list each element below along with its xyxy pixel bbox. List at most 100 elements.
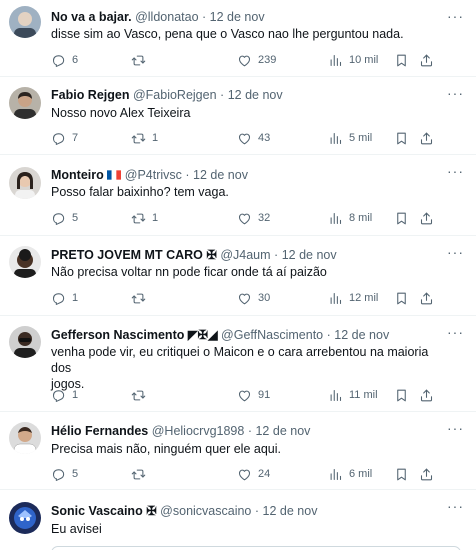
tweet-text: Posso falar baixinho? tem vaga. xyxy=(51,185,229,199)
reply-button[interactable]: 1 xyxy=(51,386,78,404)
timestamp[interactable]: 12 de nov xyxy=(263,504,318,518)
timestamp[interactable]: 12 de nov xyxy=(282,248,337,262)
handle[interactable]: @sonicvascaino xyxy=(160,504,251,518)
separator: · xyxy=(185,168,190,182)
tweet[interactable]: PRETO JOVEM MT CARO ✠ @J4aum · 12 de nov… xyxy=(0,236,476,316)
like-button[interactable]: 239 xyxy=(237,51,276,69)
display-name[interactable]: Gefferson Nascimento xyxy=(51,328,184,342)
bookmark-icon xyxy=(394,467,409,482)
timestamp[interactable]: 12 de nov xyxy=(255,424,310,438)
tweet[interactable]: Hélio Fernandes @Heliocrvg1898 · 12 de n… xyxy=(0,412,476,490)
tweet[interactable]: Sonic Vascaino ✠ @sonicvascaino · 12 de … xyxy=(0,490,476,550)
reply-button[interactable]: 5 xyxy=(51,209,78,227)
avatar[interactable] xyxy=(9,246,41,278)
reply-count: 1 xyxy=(72,389,79,401)
tweet-header: Hélio Fernandes @Heliocrvg1898 · 12 de n… xyxy=(51,423,310,439)
tweet[interactable]: No va a bajar. @lldonatao · 12 de nov ··… xyxy=(0,0,476,77)
cross-emoji: ◤✠◢ xyxy=(187,328,218,342)
bookmark-button[interactable] xyxy=(394,51,409,69)
more-icon[interactable]: ··· xyxy=(447,420,464,436)
share-button[interactable] xyxy=(419,129,434,147)
display-name[interactable]: Hélio Fernandes xyxy=(51,424,148,438)
reply-icon xyxy=(51,53,66,68)
timestamp[interactable]: 12 de nov xyxy=(193,168,248,182)
avatar[interactable] xyxy=(9,422,41,454)
retweet-button[interactable] xyxy=(131,289,152,307)
views-button[interactable]: 12 mil xyxy=(328,289,378,307)
display-name[interactable]: PRETO JOVEM MT CARO xyxy=(51,248,203,262)
quoted-content-preview[interactable] xyxy=(51,546,461,550)
like-count: 24 xyxy=(258,468,271,480)
share-button[interactable] xyxy=(419,209,434,227)
like-button[interactable]: 30 xyxy=(237,289,270,307)
like-button[interactable]: 91 xyxy=(237,386,270,404)
display-name[interactable]: Monteiro xyxy=(51,168,104,182)
views-button[interactable]: 10 mil xyxy=(328,51,378,69)
tweet-actions: 7 1 43 5 mil xyxy=(51,129,461,147)
like-button[interactable]: 32 xyxy=(237,209,270,227)
more-icon[interactable]: ··· xyxy=(447,498,464,514)
more-icon[interactable]: ··· xyxy=(447,163,464,179)
handle[interactable]: @lldonatao xyxy=(135,10,198,24)
retweet-button[interactable]: 1 xyxy=(131,209,158,227)
reply-button[interactable]: 6 xyxy=(51,51,78,69)
avatar[interactable] xyxy=(9,87,41,119)
like-count: 43 xyxy=(258,132,271,144)
display-name[interactable]: Sonic Vascaino xyxy=(51,504,143,518)
bookmark-button[interactable] xyxy=(394,129,409,147)
views-button[interactable]: 5 mil xyxy=(328,129,372,147)
retweet-icon xyxy=(131,131,146,146)
timestamp[interactable]: 12 de nov xyxy=(210,10,265,24)
retweet-button[interactable] xyxy=(131,465,152,483)
share-button[interactable] xyxy=(419,289,434,307)
more-icon[interactable]: ··· xyxy=(447,85,464,101)
views-button[interactable]: 6 mil xyxy=(328,465,372,483)
more-icon[interactable]: ··· xyxy=(447,244,464,260)
separator: · xyxy=(274,248,279,262)
share-button[interactable] xyxy=(419,51,434,69)
display-name[interactable]: No va a bajar. xyxy=(51,10,132,24)
tweet[interactable]: Monteiro @P4trivsc · 12 de nov ··· Posso… xyxy=(0,155,476,236)
bookmark-button[interactable] xyxy=(394,289,409,307)
tweet[interactable]: Gefferson Nascimento ◤✠◢ @GeffNascimento… xyxy=(0,316,476,412)
timestamp[interactable]: 12 de nov xyxy=(228,88,283,102)
like-button[interactable]: 43 xyxy=(237,129,270,147)
views-count: 10 mil xyxy=(349,54,379,66)
bookmark-icon xyxy=(394,211,409,226)
retweet-icon xyxy=(131,467,146,482)
views-icon xyxy=(328,131,343,146)
handle[interactable]: @FabioRejgen xyxy=(133,88,217,102)
avatar[interactable] xyxy=(9,502,41,534)
tweet[interactable]: Fabio Rejgen @FabioRejgen · 12 de nov ··… xyxy=(0,77,476,155)
display-name[interactable]: Fabio Rejgen xyxy=(51,88,129,102)
avatar[interactable] xyxy=(9,326,41,358)
reply-button[interactable]: 5 xyxy=(51,465,78,483)
tweet-header: Fabio Rejgen @FabioRejgen · 12 de nov xyxy=(51,87,283,103)
reply-icon xyxy=(51,131,66,146)
retweet-button[interactable]: 1 xyxy=(131,129,158,147)
like-button[interactable]: 24 xyxy=(237,465,270,483)
views-button[interactable]: 11 mil xyxy=(328,386,378,404)
share-button[interactable] xyxy=(419,386,434,404)
heart-icon xyxy=(237,467,252,482)
timestamp[interactable]: 12 de nov xyxy=(334,328,389,342)
avatar[interactable] xyxy=(9,167,41,199)
tweet-text: venha pode vir, eu critiquei o Maicon e … xyxy=(51,344,451,392)
reply-button[interactable]: 7 xyxy=(51,129,78,147)
bookmark-button[interactable] xyxy=(394,209,409,227)
reply-button[interactable]: 1 xyxy=(51,289,78,307)
avatar[interactable] xyxy=(9,6,41,38)
handle[interactable]: @P4trivsc xyxy=(125,168,182,182)
reply-count: 5 xyxy=(72,468,79,480)
more-icon[interactable]: ··· xyxy=(447,324,464,340)
handle[interactable]: @J4aum xyxy=(220,248,270,262)
share-button[interactable] xyxy=(419,465,434,483)
handle[interactable]: @Heliocrvg1898 xyxy=(152,424,245,438)
more-icon[interactable]: ··· xyxy=(447,8,464,24)
retweet-button[interactable] xyxy=(131,51,152,69)
retweet-button[interactable] xyxy=(131,386,152,404)
views-button[interactable]: 8 mil xyxy=(328,209,372,227)
bookmark-button[interactable] xyxy=(394,465,409,483)
handle[interactable]: @GeffNascimento xyxy=(221,328,323,342)
bookmark-button[interactable] xyxy=(394,386,409,404)
